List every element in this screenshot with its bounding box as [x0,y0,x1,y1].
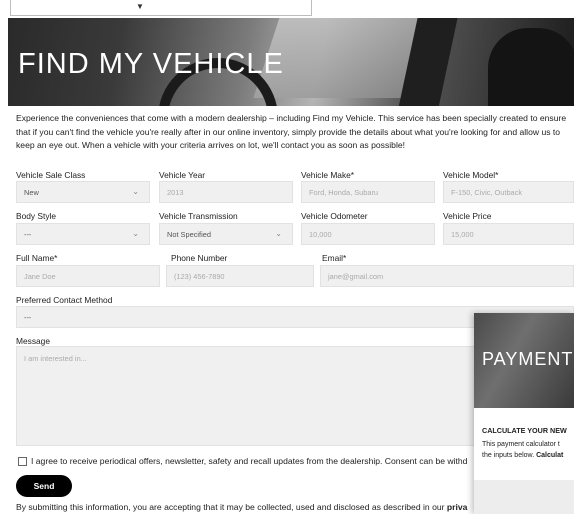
email-label: Email* [322,253,347,263]
sale-class-select[interactable]: New ⌄ [16,181,150,203]
price-label: Vehicle Price [443,211,492,221]
transmission-select[interactable]: Not Specified ⌄ [159,223,293,245]
year-placeholder: 2013 [167,188,184,197]
full-name-label: Full Name* [16,253,58,263]
privacy-note: By submitting this information, you are … [16,502,471,512]
intro-text: Experience the conveniences that come wi… [16,113,567,150]
email-placeholder: jane@gmail.com [328,272,384,281]
year-label: Vehicle Year [159,170,206,180]
full-name-input[interactable]: Jane Doe [16,265,160,287]
message-textarea[interactable]: I am interested in... [16,346,481,446]
hero-banner: FIND MY VEHICLE [8,18,574,106]
page-title: FIND MY VEHICLE [18,48,284,80]
body-style-value: --- [24,230,32,239]
payment-description: This payment calculator t the inputs bel… [482,439,563,461]
make-placeholder: Ford, Honda, Subaru [309,188,379,197]
payment-desc-bold: Calculat [536,452,564,459]
privacy-note-text: By submitting this information, you are … [16,502,445,512]
consent-checkbox[interactable] [18,457,27,466]
phone-placeholder: (123) 456-7890 [174,272,225,281]
odometer-placeholder: 10,000 [309,230,332,239]
contact-method-value: --- [24,313,32,322]
nav-dropdown[interactable]: ▼ [10,0,312,16]
transmission-value: Not Specified [167,230,211,239]
body-style-label: Body Style [16,211,57,221]
phone-input[interactable]: (123) 456-7890 [166,265,314,287]
payment-desc-line2: the inputs below. [482,452,535,459]
body-style-select[interactable]: --- ⌄ [16,223,150,245]
full-name-placeholder: Jane Doe [24,272,56,281]
message-placeholder: I am interested in... [24,354,87,363]
privacy-link[interactable]: priva [447,502,468,512]
price-input[interactable]: 15,000 [443,223,574,245]
year-input[interactable]: 2013 [159,181,293,203]
make-input[interactable]: Ford, Honda, Subaru [301,181,435,203]
model-input[interactable]: F-150, Civic, Outback [443,181,574,203]
payment-calculator-widget: PAYMENT CALCULATE YOUR NEW This payment … [474,313,574,514]
model-placeholder: F-150, Civic, Outback [451,188,523,197]
send-button[interactable]: Send [16,475,72,497]
odometer-label: Vehicle Odometer [301,211,368,221]
payment-desc-line1: This payment calculator t [482,441,560,448]
make-label: Vehicle Make* [301,170,355,180]
contact-method-label: Preferred Contact Method [16,295,113,305]
chevron-down-icon: ⌄ [132,229,139,238]
transmission-label: Vehicle Transmission [159,211,238,221]
message-label: Message [16,336,50,346]
email-input[interactable]: jane@gmail.com [320,265,574,287]
payment-widget-footer [474,480,574,514]
model-label: Vehicle Model* [443,170,499,180]
sale-class-value: New [24,188,39,197]
consent-text: I agree to receive periodical offers, ne… [31,456,468,466]
chevron-down-icon: ▼ [136,2,144,11]
top-nav-strip: ▼ [0,0,574,18]
calculate-heading: CALCULATE YOUR NEW [482,426,567,435]
hero-seat-shape [488,28,574,106]
chevron-down-icon: ⌄ [275,229,282,238]
odometer-input[interactable]: 10,000 [301,223,435,245]
chevron-down-icon: ⌄ [132,187,139,196]
payment-title: PAYMENT [482,349,574,369]
price-placeholder: 15,000 [451,230,474,239]
sale-class-label: Vehicle Sale Class [16,170,86,180]
phone-label: Phone Number [171,253,228,263]
